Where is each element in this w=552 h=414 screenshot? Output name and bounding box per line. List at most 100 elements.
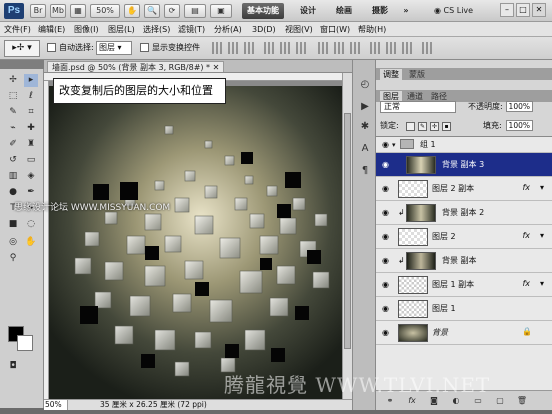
new-layer-icon[interactable]: ▢ [494,395,506,407]
blur-tool-icon[interactable]: ◈ [24,170,38,183]
maximize-button[interactable]: □ [516,3,530,17]
layer-row-background[interactable]: ◉ 背景 🔒 [376,321,552,345]
arrange-documents-icon[interactable]: ▤ [184,4,206,18]
align-right-icon[interactable] [296,42,308,54]
tab-masks[interactable]: 蒙版 [406,69,428,80]
visibility-eye-icon[interactable]: ◉ [382,281,390,289]
gradient-tool-icon[interactable]: ▥ [6,170,20,183]
eraser-tool-icon[interactable]: ▭ [24,154,38,167]
menu-help[interactable]: 帮助(H) [358,23,386,36]
cs-live-button[interactable]: ◉ CS Live [434,4,473,18]
distribute-vcenter-icon[interactable] [334,42,346,54]
quick-mask-icon[interactable]: ◘ [6,360,20,373]
distribute-hcenter-icon[interactable] [386,42,398,54]
minibridge-icon[interactable]: Mb [50,4,66,18]
menu-layer[interactable]: 图层(L) [108,23,135,36]
auto-align-icon[interactable] [422,42,434,54]
layer-row-bg-copy[interactable]: ◉ ↲ 背景 副本 [376,249,552,273]
close-button[interactable]: ✕ [532,3,546,17]
layer-row-bg-copy-3[interactable]: ◉ 背景 副本 3 [376,153,552,177]
visibility-eye-icon[interactable]: ◉ [382,233,390,241]
paragraph-panel-icon[interactable]: ¶ [358,164,372,178]
clone-stamp-icon[interactable]: ♜ [24,138,38,151]
guides-icon[interactable]: ▦ [70,4,86,18]
zoom-tool-icon[interactable]: ⚲ [6,252,20,265]
quick-select-tool-icon[interactable]: ✎ [6,106,20,119]
tab-adjustments[interactable]: 调整 [380,69,402,80]
hand-tool-icon[interactable]: ✋ [24,236,38,249]
visibility-eye-icon[interactable]: ◉ [382,257,390,265]
lock-position-icon[interactable]: ✢ [430,122,439,131]
lock-transparency-icon[interactable] [406,122,415,131]
menu-window[interactable]: 窗口(W) [320,23,350,36]
dodge-tool-icon[interactable]: ● [6,186,20,199]
workspace-overflow-button[interactable]: » [400,3,412,19]
menu-3d[interactable]: 3D(D) [252,23,276,36]
fx-icon[interactable]: fx [522,182,530,194]
menu-filter[interactable]: 滤镜(T) [178,23,205,36]
rotate-view-icon[interactable]: ⟳ [164,4,180,18]
zoom-field[interactable]: 50% [44,400,68,410]
lock-pixels-icon[interactable]: ✎ [418,122,427,131]
tool-preset-picker[interactable]: ▸✢ ▾ [4,40,40,57]
brush-tool-icon[interactable]: ✐ [6,138,20,151]
blend-mode-dropdown[interactable]: 正常 [380,101,456,113]
distribute-left-icon[interactable] [370,42,382,54]
document-canvas[interactable] [49,81,342,399]
align-top-icon[interactable] [212,42,224,54]
menu-file[interactable]: 文件(F) [4,23,31,36]
move-tool-selected-icon[interactable]: ▸ [24,74,38,87]
3d-camera-icon[interactable]: ◎ [6,236,20,249]
visibility-eye-icon[interactable]: ◉ [382,161,390,169]
chevron-down-icon[interactable]: ▾ [540,182,544,194]
distribute-top-icon[interactable] [318,42,330,54]
menu-edit[interactable]: 编辑(E) [38,23,65,36]
menu-image[interactable]: 图像(I) [74,23,99,36]
actions-panel-icon[interactable]: ▶ [358,100,372,114]
eyedropper-tool-icon[interactable]: ⌁ [6,122,20,135]
pen-tool-icon[interactable]: ✒ [24,186,38,199]
visibility-eye-icon[interactable]: ◉ [382,209,390,217]
lock-all-icon[interactable]: ▪ [442,122,451,131]
close-document-icon[interactable]: ✕ [213,63,220,72]
fill-field[interactable]: 100% [506,120,533,131]
show-transform-checkbox[interactable] [140,43,149,52]
chevron-down-icon[interactable]: ▾ [540,278,544,290]
hand-tool-icon[interactable]: ✋ [124,4,140,18]
workspace-tab-photography[interactable]: 摄影 [366,3,394,19]
healing-brush-icon[interactable]: ✚ [24,122,38,135]
menu-select[interactable]: 选择(S) [143,23,170,36]
layer-row-group-1[interactable]: ◉ ▾ 组 1 [376,137,552,153]
align-hcenter-icon[interactable] [280,42,292,54]
lasso-tool-icon[interactable]: ℓ [24,90,38,103]
visibility-eye-icon[interactable]: ◉ [382,305,390,313]
3d-rotate-icon[interactable]: ◌ [24,218,38,231]
brush-panel-icon[interactable]: ✱ [358,120,372,134]
visibility-eye-icon[interactable]: ◉ [382,185,390,193]
character-panel-icon[interactable]: A [358,142,372,156]
distribute-bottom-icon[interactable] [350,42,362,54]
align-left-icon[interactable] [264,42,276,54]
history-panel-icon[interactable]: ◴ [358,78,372,92]
layer-row-bg-copy-2[interactable]: ◉ ↲ 背景 副本 2 [376,201,552,225]
workspace-tab-design[interactable]: 设计 [294,3,322,19]
crop-tool-icon[interactable]: ⌗ [24,106,38,119]
visibility-eye-icon[interactable]: ◉ [382,141,390,149]
layer-row-layer-2[interactable]: ◉ 图层 2 fx ▾ [376,225,552,249]
align-vcenter-icon[interactable] [228,42,240,54]
minimize-button[interactable]: – [500,3,514,17]
menu-view[interactable]: 视图(V) [285,23,313,36]
marquee-tool-icon[interactable]: ⬚ [6,90,20,103]
auto-select-checkbox[interactable] [47,43,56,52]
auto-select-dropdown[interactable]: 图层 ▾ [96,41,132,55]
workspace-tab-essentials[interactable]: 基本功能 [242,3,284,19]
fx-icon[interactable]: fx [522,278,530,290]
shape-tool-icon[interactable]: ■ [6,218,20,231]
fx-icon[interactable]: fx [522,230,530,242]
layer-row-layer-1-copy[interactable]: ◉ 图层 1 副本 fx ▾ [376,273,552,297]
delete-layer-icon[interactable]: 🗑 [516,395,528,407]
bridge-icon[interactable]: Br [30,4,46,18]
visibility-eye-icon[interactable]: ◉ [382,329,390,337]
screen-mode-icon[interactable]: ▣ [210,4,232,18]
history-brush-icon[interactable]: ↺ [6,154,20,167]
